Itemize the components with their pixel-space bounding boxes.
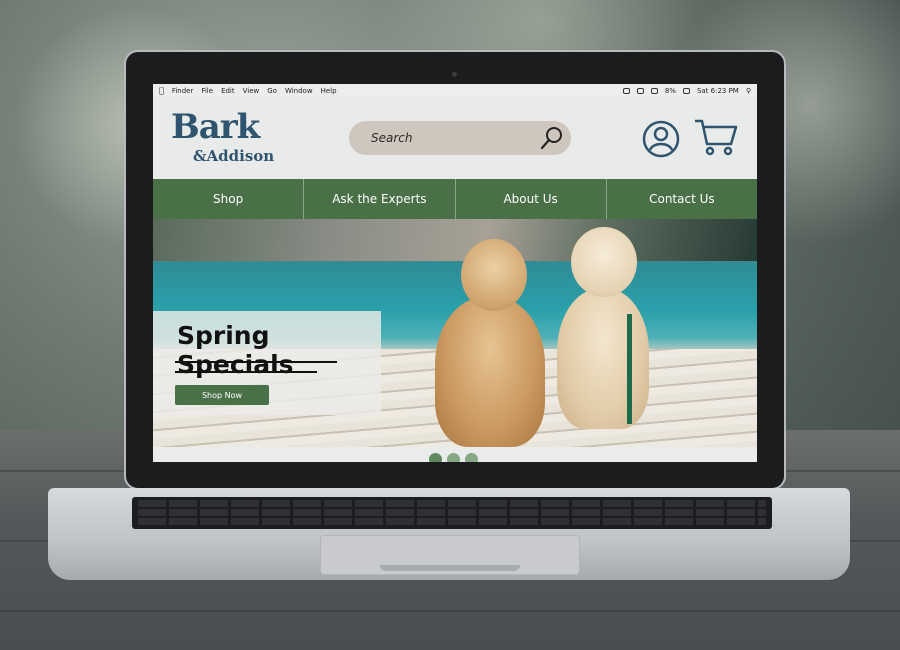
menu-go[interactable]: Go — [267, 87, 277, 95]
cart-icon[interactable] — [693, 117, 739, 157]
deck-seam — [0, 610, 900, 612]
webcam — [452, 72, 457, 77]
golden-retriever-head — [461, 239, 527, 311]
nav-ask-the-experts[interactable]: Ask the Experts — [304, 179, 456, 219]
carousel-dot-2[interactable] — [447, 453, 460, 462]
nav-contact-us[interactable]: Contact Us — [607, 179, 757, 219]
mac-menubar:  Finder File Edit View Go Window Help 8… — [153, 84, 757, 97]
apple-icon[interactable]:  — [159, 86, 164, 95]
menu-window[interactable]: Window — [285, 87, 313, 95]
volume-icon[interactable] — [650, 87, 658, 94]
spotlight-icon[interactable]: ⚲ — [746, 87, 751, 95]
hero-banner[interactable]: Spring Specials Shop Now — [153, 219, 757, 447]
logo-subtitle[interactable]: &Addison — [193, 147, 274, 165]
main-nav: Shop Ask the Experts About Us Contact Us — [153, 179, 757, 219]
carousel-dot-1[interactable] — [429, 453, 442, 462]
battery-icon[interactable] — [682, 87, 690, 94]
user-icon[interactable] — [641, 119, 681, 159]
nav-shop[interactable]: Shop — [153, 179, 305, 219]
carousel-dot-3[interactable] — [465, 453, 478, 462]
search-input[interactable]: Search — [371, 131, 413, 145]
hero-mountains — [153, 219, 757, 261]
key-row — [138, 518, 766, 525]
search-icon[interactable] — [539, 125, 565, 151]
white-retriever-head — [571, 227, 637, 297]
shop-now-button[interactable]: Shop Now — [175, 385, 269, 405]
menu-help[interactable]: Help — [321, 87, 337, 95]
key-row — [138, 500, 766, 507]
leash — [627, 314, 632, 424]
golden-retriever-body — [435, 297, 545, 447]
menu-finder[interactable]: Finder — [172, 87, 194, 95]
nav-about-us[interactable]: About Us — [456, 179, 607, 219]
keyboard — [132, 497, 772, 529]
menu-edit[interactable]: Edit — [221, 87, 235, 95]
site-header: Bark &Addison Search — [153, 97, 757, 179]
wifi-icon[interactable] — [636, 87, 644, 94]
promo-card: Spring Specials Shop Now — [153, 311, 381, 415]
lid-notch — [380, 565, 520, 571]
menubar-status: 8% Sat 6:23 PM ⚲ — [622, 87, 751, 95]
battery-percent[interactable]: 8% — [665, 87, 676, 95]
menu-view[interactable]: View — [243, 87, 260, 95]
key-row — [138, 509, 766, 516]
search-bar[interactable]: Search — [349, 121, 571, 155]
clock[interactable]: Sat 6:23 PM — [697, 87, 739, 95]
divider — [175, 371, 317, 373]
white-retriever-body — [557, 289, 649, 429]
logo[interactable]: Bark — [171, 107, 260, 147]
status-icon[interactable] — [622, 87, 630, 94]
menu-file[interactable]: File — [201, 87, 213, 95]
laptop-screen:  Finder File Edit View Go Window Help 8… — [153, 84, 757, 462]
divider — [175, 361, 337, 363]
carousel-dots — [429, 453, 478, 462]
